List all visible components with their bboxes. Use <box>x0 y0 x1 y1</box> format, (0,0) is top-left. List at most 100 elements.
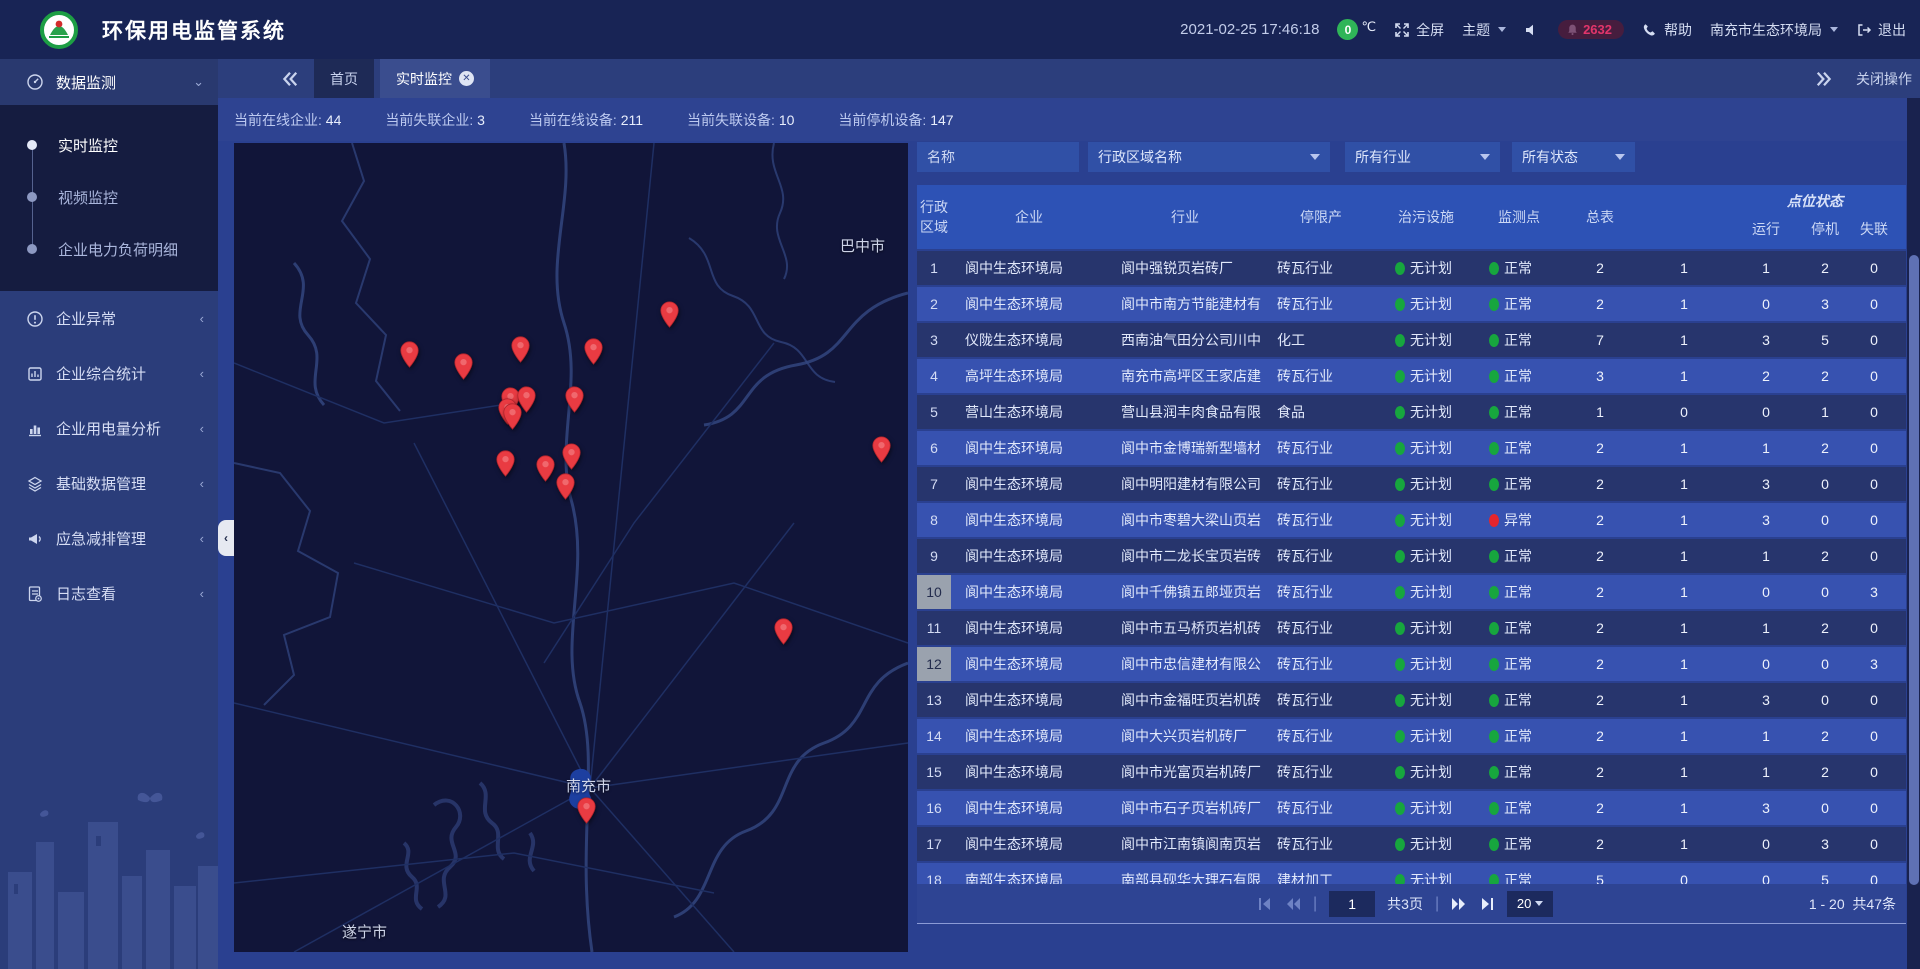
tabs-scroll-left-icon[interactable] <box>280 69 300 89</box>
close-all-tabs-button[interactable]: 关闭操作 <box>1856 69 1912 89</box>
green-dot-icon <box>1489 802 1499 815</box>
map-pin[interactable] <box>536 455 555 482</box>
sidebar-item-企业电力负荷明细[interactable]: 企业电力负荷明细 <box>0 223 218 275</box>
org-dropdown[interactable]: 南充市生态环境局 <box>1710 20 1838 40</box>
cell-company: 南充市高坪区王家店建 <box>1107 366 1263 386</box>
sidebar-item-实时监控[interactable]: 实时监控 <box>0 119 218 171</box>
cell-facility-status: 正常 <box>1473 366 1565 386</box>
table-row[interactable]: 5营山生态环境局营山县润丰肉食品有限食品无计划正常10010 <box>917 395 1906 429</box>
map-pin[interactable] <box>872 436 891 463</box>
help-button[interactable]: 帮助 <box>1642 20 1692 40</box>
status-filter-select[interactable]: 所有状态 <box>1512 142 1635 172</box>
table-row[interactable]: 9阆中生态环境局阆中市二龙长宝页岩砖砖瓦行业无计划正常21120 <box>917 539 1906 573</box>
map-pin[interactable] <box>454 353 473 380</box>
map-pin[interactable] <box>774 618 793 645</box>
cell-lost: 0 <box>1851 728 1897 744</box>
sidebar-submenu: 实时监控视频监控企业电力负荷明细 <box>0 105 218 291</box>
notification-badge[interactable]: 2632 <box>1558 20 1624 39</box>
cell-facility-status: 正常 <box>1473 798 1565 818</box>
table-row[interactable]: 2阆中生态环境局阆中市南方节能建材有砖瓦行业无计划正常21030 <box>917 287 1906 321</box>
map-pin[interactable] <box>577 797 596 824</box>
first-page-icon[interactable] <box>1257 897 1273 911</box>
logout-button[interactable]: 退出 <box>1856 20 1906 40</box>
cell-industry: 砖瓦行业 <box>1263 510 1379 530</box>
table-row[interactable]: 10阆中生态环境局阆中千佛镇五郎垭页岩砖瓦行业无计划正常21003 <box>917 575 1906 609</box>
tab-实时监控[interactable]: 实时监控✕ <box>380 59 490 98</box>
table-row[interactable]: 4高坪生态环境局南充市高坪区王家店建砖瓦行业无计划正常31220 <box>917 359 1906 393</box>
sidebar-group-企业用电量分析[interactable]: 企业用电量分析‹ <box>0 401 218 456</box>
page-size-select[interactable]: 20 <box>1507 891 1553 917</box>
table-row[interactable]: 16阆中生态环境局阆中市石子页岩机砖厂砖瓦行业无计划正常21300 <box>917 791 1906 825</box>
table-row[interactable]: 13阆中生态环境局阆中市金福旺页岩机砖砖瓦行业无计划正常21300 <box>917 683 1906 717</box>
table-row[interactable]: 7阆中生态环境局阆中明阳建材有限公司砖瓦行业无计划正常21300 <box>917 467 1906 501</box>
cell-industry: 砖瓦行业 <box>1263 474 1379 494</box>
table-row[interactable]: 3仪陇生态环境局西南油气田分公司川中化工无计划正常71350 <box>917 323 1906 357</box>
table-row[interactable]: 1阆中生态环境局阆中强锐页岩砖厂砖瓦行业无计划正常21120 <box>917 251 1906 285</box>
gauge-icon <box>26 73 44 91</box>
table-row[interactable]: 14阆中生态环境局阆中大兴页岩机砖厂砖瓦行业无计划正常21120 <box>917 719 1906 753</box>
cell-points: 2 <box>1565 260 1635 276</box>
map-pin[interactable] <box>584 338 603 365</box>
cell-region: 阆中生态环境局 <box>951 618 1107 638</box>
cell-run: 3 <box>1733 476 1799 492</box>
vertical-scrollbar[interactable] <box>1907 98 1920 969</box>
map-pin[interactable] <box>511 336 530 363</box>
last-page-icon[interactable] <box>1479 897 1495 911</box>
green-dot-icon <box>1395 334 1405 347</box>
cell-run: 3 <box>1733 800 1799 816</box>
sidebar-item-视频监控[interactable]: 视频监控 <box>0 171 218 223</box>
table-row[interactable]: 17阆中生态环境局阆中市江南镇阆南页岩砖瓦行业无计划正常21030 <box>917 827 1906 861</box>
chevron-down-icon <box>1310 154 1320 160</box>
name-filter-input[interactable] <box>927 149 1069 165</box>
map-pin[interactable] <box>660 301 679 328</box>
map-pin[interactable] <box>496 450 515 477</box>
scrollbar-thumb[interactable] <box>1909 255 1919 885</box>
table-row[interactable]: 8阆中生态环境局阆中市枣碧大梁山页岩砖瓦行业无计划异常21300 <box>917 503 1906 537</box>
stat-value: 3 <box>477 112 485 128</box>
industry-filter-select[interactable]: 所有行业 <box>1345 142 1500 172</box>
tab-首页[interactable]: 首页 <box>314 59 374 98</box>
page-number-input[interactable] <box>1329 891 1375 917</box>
map-pin[interactable] <box>565 386 584 413</box>
table-row[interactable]: 11阆中生态环境局阆中市五马桥页岩机砖砖瓦行业无计划正常21120 <box>917 611 1906 645</box>
table-row[interactable]: 12阆中生态环境局阆中市忠信建材有限公砖瓦行业无计划正常21003 <box>917 647 1906 681</box>
cell-facility-status: 正常 <box>1473 330 1565 350</box>
fullscreen-button[interactable]: 全屏 <box>1394 20 1444 40</box>
close-icon[interactable]: ✕ <box>459 71 474 86</box>
sidebar-group-应急减排管理[interactable]: 应急减排管理‹ <box>0 511 218 566</box>
prev-page-icon[interactable] <box>1285 897 1301 911</box>
chevron-left-icon: ‹ <box>200 421 204 436</box>
green-dot-icon <box>1489 262 1499 275</box>
pagination-range-summary: 1 - 20 共47条 <box>1809 894 1906 914</box>
map-pin[interactable] <box>503 403 522 430</box>
sidebar-group-基础数据管理[interactable]: 基础数据管理‹ <box>0 456 218 511</box>
sidebar-group-企业综合统计[interactable]: 企业综合统计‹ <box>0 346 218 401</box>
tabs-scroll-right-icon[interactable] <box>1814 69 1834 89</box>
sidebar-group-企业异常[interactable]: 企业异常‹ <box>0 291 218 346</box>
theme-dropdown[interactable]: 主题 <box>1462 20 1506 40</box>
cell-stop: 1 <box>1799 404 1851 420</box>
sidebar-collapse-handle[interactable]: ‹ <box>218 520 234 556</box>
cell-points: 5 <box>1565 872 1635 884</box>
sidebar-group-数据监测[interactable]: 数据监测⌄ <box>0 59 218 105</box>
map-pin[interactable] <box>400 341 419 368</box>
region-filter-select[interactable]: 行政区域名称 <box>1088 142 1330 172</box>
datetime: 2021-02-25 17:46:18 <box>1180 21 1319 38</box>
chevron-down-icon <box>1830 27 1838 32</box>
table-row[interactable]: 6阆中生态环境局阆中市金博瑞新型墙材砖瓦行业无计划正常21120 <box>917 431 1906 465</box>
cell-facility-status: 正常 <box>1473 690 1565 710</box>
sidebar-group-日志查看[interactable]: 日志查看‹ <box>0 566 218 621</box>
col-header-company: 企业 <box>951 207 1107 227</box>
cell-stop: 0 <box>1799 656 1851 672</box>
table-row[interactable]: 15阆中生态环境局阆中市光富页岩机砖厂砖瓦行业无计划正常21120 <box>917 755 1906 789</box>
speaker-icon[interactable] <box>1524 22 1540 38</box>
map-pin[interactable] <box>556 473 575 500</box>
map-panel[interactable]: 巴中市南充市遂宁市 ‹ <box>234 143 908 952</box>
table-row[interactable]: 18南部生态环境局南部县砚华大理石有限建材加工无计划正常50050 <box>917 863 1906 884</box>
map-pin[interactable] <box>562 443 581 470</box>
next-page-icon[interactable] <box>1451 897 1467 911</box>
cell-meters: 1 <box>1635 440 1733 456</box>
cell-stop: 2 <box>1799 620 1851 636</box>
cell-region: 阆中生态环境局 <box>951 258 1107 278</box>
cell-stop: 2 <box>1799 548 1851 564</box>
